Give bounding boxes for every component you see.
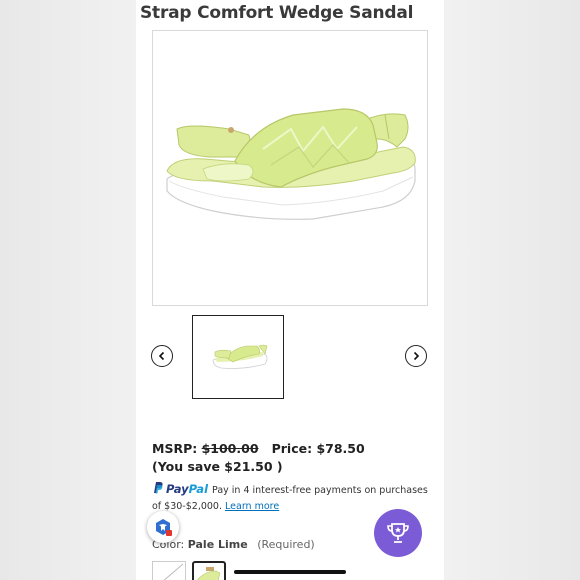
required-text: (Required) [257, 538, 315, 551]
price-value: $78.50 [316, 441, 365, 456]
prev-image-button[interactable] [151, 345, 173, 367]
accessibility-icon [156, 519, 172, 536]
price-label: Price: [271, 441, 313, 456]
sandal-illustration [166, 108, 416, 220]
color-swatch-unavailable[interactable] [152, 561, 186, 580]
paypal-brand-pal: Pal [188, 481, 209, 496]
accessibility-button[interactable] [147, 511, 179, 543]
unavailable-slash-icon [163, 563, 184, 580]
savings-text: (You save $21.50 ) [152, 459, 283, 474]
product-page: Strap Comfort Wedge Sandal MSRP: $100.00… [136, 0, 444, 580]
learn-more-link[interactable]: Learn more [225, 501, 279, 512]
rewards-button[interactable] [374, 509, 422, 557]
thumbnail-image[interactable] [192, 315, 284, 399]
swatch-sandal-illustration [197, 567, 221, 580]
background-right [444, 0, 580, 580]
color-value: Pale Lime [187, 538, 248, 551]
swatch-scrollbar[interactable] [234, 570, 346, 574]
paypal-logo-icon [152, 481, 163, 500]
price-row: MSRP: $100.00 Price: $78.50 [152, 441, 365, 456]
product-title: Strap Comfort Wedge Sandal [140, 3, 414, 23]
msrp-label: MSRP: [152, 441, 198, 456]
trophy-icon [387, 523, 409, 543]
paypal-brand: PayPal [166, 482, 208, 496]
chevron-left-icon [158, 351, 165, 361]
chevron-right-icon [413, 351, 420, 361]
color-swatch-pale-lime[interactable] [192, 561, 226, 580]
color-option-row: Color: Pale Lime (Required) [152, 538, 315, 551]
sandal-thumbnail-illustration [212, 344, 268, 369]
background-left [0, 0, 136, 580]
msrp-value: $100.00 [201, 441, 259, 456]
paypal-brand-pay: Pay [166, 481, 189, 496]
next-image-button[interactable] [405, 345, 427, 367]
product-main-image[interactable] [152, 30, 428, 306]
